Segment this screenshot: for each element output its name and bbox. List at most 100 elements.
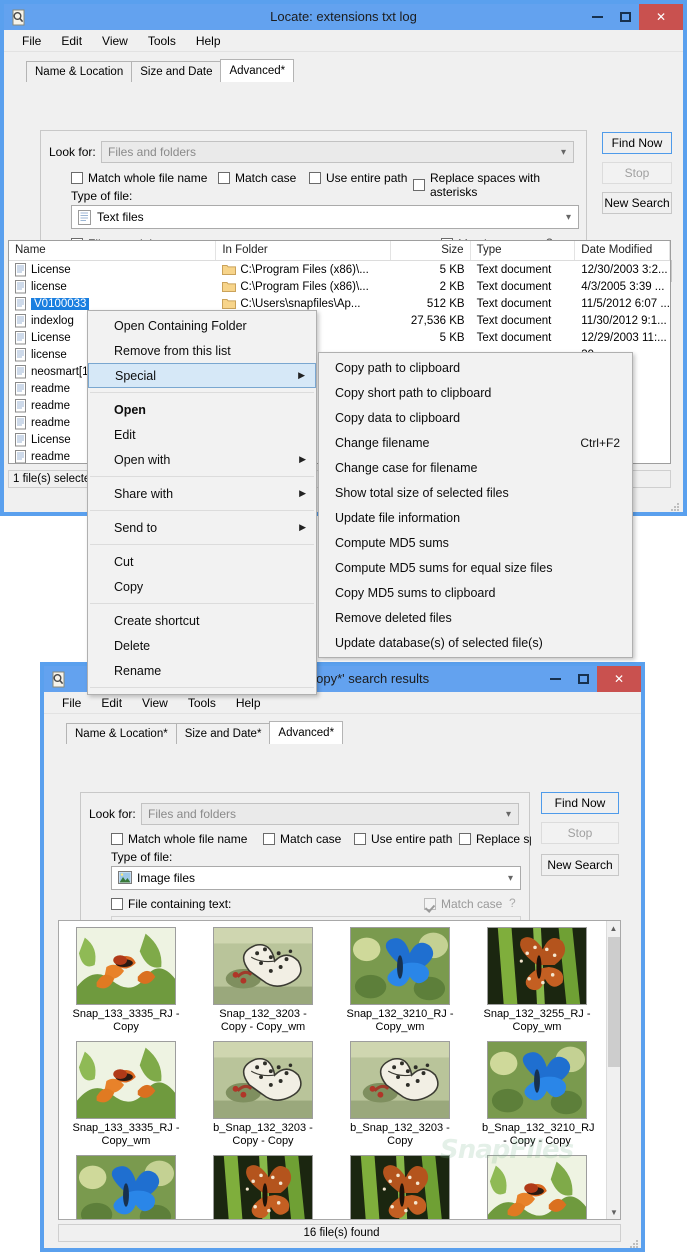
context-menu-item-remove-from-this-list[interactable]: Remove from this list	[88, 338, 316, 363]
context-menu-item-edit[interactable]: Edit	[88, 422, 316, 447]
cell-name[interactable]: License	[9, 262, 216, 277]
checkbox-replace-spaces-asterisks[interactable]: Replace spaces with asterisks	[413, 171, 586, 199]
context-menu-item-open-containing-folder[interactable]: Open Containing Folder	[88, 313, 316, 338]
context-menu-item-open[interactable]: Open	[88, 397, 316, 422]
thumbnail-results-grid[interactable]: Snap_133_3335_RJ - Copy Snap_132_3203 - C…	[58, 920, 621, 1220]
find-now-button[interactable]: Find Now	[602, 132, 672, 154]
context-menu-item-create-shortcut[interactable]: Create shortcut	[88, 608, 316, 633]
type-of-file-combo[interactable]: Text files ▾	[71, 205, 579, 229]
cell-name[interactable]: V0100033	[9, 296, 216, 311]
thumbnail-image-butterfly-orange-dark[interactable]	[487, 927, 587, 1005]
thumbnail-image-butterfly-orange-flowers[interactable]	[76, 1041, 176, 1119]
thumbnail-image-butterfly-orange-dark[interactable]	[213, 1155, 313, 1219]
resize-grip[interactable]	[629, 1236, 639, 1248]
submenu-item-change-filename[interactable]: Change filename Ctrl+F2	[319, 430, 632, 455]
column-name[interactable]: Name	[9, 241, 217, 260]
thumbnail-image-butterfly-blue-morpho[interactable]	[350, 927, 450, 1005]
maximize-button[interactable]	[611, 4, 639, 30]
checkbox-use-entire-path[interactable]: Use entire path	[354, 832, 452, 846]
submenu-item-show-total-size-of-selected-files[interactable]: Show total size of selected files	[319, 480, 632, 505]
menu-help[interactable]: Help	[226, 694, 271, 712]
checkbox-match-case[interactable]: Match case	[263, 832, 341, 846]
window1-tabs[interactable]: Name & Location Size and Date Advanced*	[12, 59, 675, 82]
thumbnail-image-butterfly-orange-flowers[interactable]	[487, 1155, 587, 1219]
menu-tools[interactable]: Tools	[178, 694, 226, 712]
checkbox-match-whole-file-name[interactable]: Match whole file name	[71, 171, 207, 185]
thumbnail-item[interactable]: b_Snap_132_3203 - Copy - Copy	[208, 1041, 318, 1148]
thumbnail-item[interactable]: Snap_132_3203 - Copy - Copy_wm	[208, 927, 318, 1034]
thumbnail-item[interactable]: Snap_132_3255_RJ - Copy_wm	[482, 927, 592, 1034]
column-size[interactable]: Size	[391, 241, 471, 260]
close-button[interactable]: ✕	[597, 666, 641, 692]
thumbnail-item[interactable]: b_Snap_132_3203 - Copy	[345, 1041, 455, 1148]
thumbnail-image-butterfly-orange-flowers[interactable]	[76, 927, 176, 1005]
menu-file[interactable]: File	[52, 694, 91, 712]
table-row[interactable]: license C:\Program Files (x86)\... 2 KB Tex…	[9, 278, 670, 295]
new-search-button[interactable]: New Search	[602, 192, 672, 214]
thumbnail-item[interactable]: Snap_133_3335_RJ - Copy_wm	[71, 1041, 181, 1148]
thumbnail-item[interactable]: b_Snap_132_3210_RJ - Copy - Copy	[482, 1041, 595, 1148]
tab-name-location[interactable]: Name & Location	[26, 61, 133, 82]
context-menu-item-special[interactable]: Special ▶	[88, 363, 316, 388]
tab-size-date[interactable]: Size and Date	[131, 61, 222, 82]
context-menu-item-delete[interactable]: Delete	[88, 633, 316, 658]
scroll-down-icon[interactable]: ▼	[607, 1205, 620, 1219]
thumbnail-item[interactable]	[208, 1155, 318, 1219]
menu-edit[interactable]: Edit	[51, 32, 92, 50]
context-menu-item-copy[interactable]: Copy	[88, 574, 316, 599]
thumbnail-image-butterfly-blue-morpho[interactable]	[487, 1041, 587, 1119]
table-row[interactable]: License C:\Program Files (x86)\... 5 KB Tex…	[9, 261, 670, 278]
thumbnail-item[interactable]: Snap_133_3335_RJ - Copy	[71, 927, 181, 1034]
locate-copy-results-window[interactable]: Locate: '*copy*' search results ✕ File E…	[40, 662, 645, 1252]
checkbox-use-entire-path[interactable]: Use entire path	[309, 171, 407, 185]
tab-advanced[interactable]: Advanced*	[269, 721, 344, 744]
thumbnail-image-butterfly-orange-dark[interactable]	[350, 1155, 450, 1219]
listview-header[interactable]: Name In Folder Size Type Date Modified	[9, 241, 670, 261]
thumbnail-image-butterfly-white-spotted[interactable]	[213, 1041, 313, 1119]
checkbox-file-containing-text[interactable]: File containing text:	[111, 897, 231, 911]
checkbox-match-case[interactable]: Match case	[218, 171, 296, 185]
thumbnail-item[interactable]	[71, 1155, 181, 1219]
window1-controls[interactable]: ✕	[583, 4, 683, 30]
thumbnail-container[interactable]: Snap_133_3335_RJ - Copy Snap_132_3203 - C…	[59, 921, 605, 1219]
column-date-modified[interactable]: Date Modified	[575, 241, 670, 260]
submenu-item-update-file-information[interactable]: Update file information	[319, 505, 632, 530]
window2-tabs[interactable]: Name & Location* Size and Date* Advanced…	[52, 721, 633, 744]
submenu-item-change-case-for-filename[interactable]: Change case for filename	[319, 455, 632, 480]
context-menu-item-open-with[interactable]: Open with ▶	[88, 447, 316, 472]
tab-advanced[interactable]: Advanced*	[220, 59, 295, 82]
thumbnail-image-butterfly-white-spotted[interactable]	[213, 927, 313, 1005]
window2-menubar[interactable]: File Edit View Tools Help	[44, 692, 641, 714]
minimize-button[interactable]	[583, 4, 611, 30]
menu-edit[interactable]: Edit	[91, 694, 132, 712]
resize-grip[interactable]	[670, 499, 680, 511]
close-button[interactable]: ✕	[639, 4, 683, 30]
cell-name[interactable]: license	[9, 279, 216, 294]
submenu-item-compute-md5-sums-for-equal-size-files[interactable]: Compute MD5 sums for equal size files	[319, 555, 632, 580]
tab-name-location[interactable]: Name & Location*	[66, 723, 177, 744]
column-in-folder[interactable]: In Folder	[216, 241, 391, 260]
scrollbar-thumb[interactable]	[608, 937, 620, 1067]
submenu-item-copy-short-path-to-clipboard[interactable]: Copy short path to clipboard	[319, 380, 632, 405]
menu-view[interactable]: View	[92, 32, 138, 50]
context-menu-item-rename[interactable]: Rename	[88, 658, 316, 683]
column-type[interactable]: Type	[471, 241, 576, 260]
submenu-item-copy-data-to-clipboard[interactable]: Copy data to clipboard	[319, 405, 632, 430]
context-menu-item-cut[interactable]: Cut	[88, 549, 316, 574]
thumbnail-image-butterfly-white-spotted[interactable]	[350, 1041, 450, 1119]
scroll-up-icon[interactable]: ▲	[607, 921, 620, 935]
menu-file[interactable]: File	[12, 32, 51, 50]
window1-titlebar[interactable]: Locate: extensions txt log ✕	[4, 4, 683, 30]
maximize-button[interactable]	[569, 666, 597, 692]
context-menu-item-send-to[interactable]: Send to ▶	[88, 515, 316, 540]
special-submenu[interactable]: Copy path to clipboard Copy short path to…	[318, 352, 633, 658]
look-for-combo[interactable]: Files and folders ▾	[101, 141, 574, 163]
menu-tools[interactable]: Tools	[138, 32, 186, 50]
checkbox-replace-spaces-asterisks[interactable]: Replace spaces with	[459, 832, 531, 846]
thumbnail-item[interactable]	[482, 1155, 592, 1219]
thumbnail-item[interactable]: Snap_132_3210_RJ - Copy_wm	[345, 927, 455, 1034]
find-now-button[interactable]: Find Now	[541, 792, 619, 814]
thumbnail-item[interactable]	[345, 1155, 455, 1219]
thumbnails-scrollbar[interactable]: ▲ ▼	[606, 921, 620, 1219]
thumbnail-image-butterfly-blue-morpho[interactable]	[76, 1155, 176, 1219]
